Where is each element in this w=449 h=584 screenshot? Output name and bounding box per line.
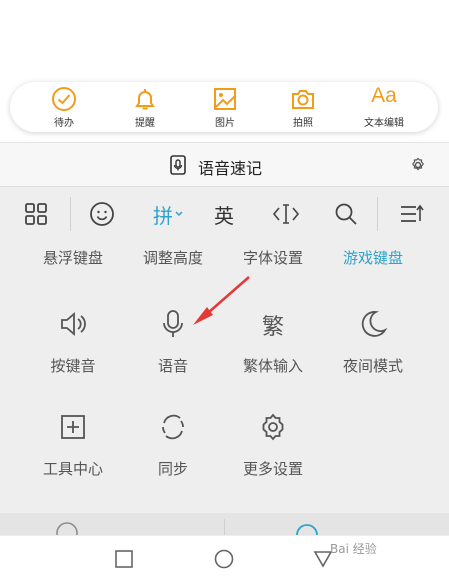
gear-icon: [262, 413, 284, 441]
grid-icon: [25, 203, 47, 225]
camera-button[interactable]: 拍照: [263, 82, 343, 132]
microphone-icon: [163, 310, 183, 337]
voice-note-bar[interactable]: 语音速记: [0, 142, 449, 187]
pinyin-label: 拼: [153, 203, 173, 228]
traditional-input-label: 繁体输入: [242, 357, 303, 375]
toprow-divider: [377, 197, 378, 231]
partial-left-icon: [56, 522, 78, 535]
tool-center-button[interactable]: 工具中心: [23, 412, 123, 482]
menu-grid-button[interactable]: [18, 187, 54, 241]
home-button[interactable]: [214, 549, 234, 569]
more-settings-label: 更多设置: [242, 460, 303, 478]
keyboard-panel: 拼 英 悬浮键盘 调整高度 字体设置 游戏键盘 按键音 语音 繁 繁体输入 夜间…: [0, 186, 449, 517]
sync-icon: [162, 414, 184, 440]
english-label: 英: [214, 203, 234, 228]
text-edit-label: 文本编辑: [364, 118, 404, 129]
tab-adjust-height[interactable]: 调整高度: [128, 247, 218, 268]
partial-candidate-strip: [0, 513, 449, 535]
collapse-icon: [401, 204, 424, 222]
speaker-icon: [61, 312, 86, 336]
text-edit-button[interactable]: Aa 文本编辑: [344, 82, 424, 132]
night-mode-button[interactable]: 夜间模式: [323, 309, 423, 379]
todo-label: 待办: [54, 118, 74, 129]
image-icon: [214, 88, 236, 110]
tool-center-label: 工具中心: [42, 460, 103, 478]
settings-small-icon[interactable]: [410, 157, 426, 173]
more-settings-button[interactable]: 更多设置: [223, 412, 323, 482]
red-arrow-annotation: [193, 276, 250, 325]
image-button[interactable]: 图片: [185, 82, 265, 132]
reminder-label: 提醒: [135, 118, 155, 129]
sync-label: 同步: [157, 460, 188, 478]
key-sound-button[interactable]: 按键音: [23, 309, 123, 379]
sync-button[interactable]: 同步: [123, 412, 223, 482]
moon-icon: [361, 311, 388, 337]
search-button[interactable]: [328, 187, 364, 241]
english-mode-button[interactable]: 英: [206, 187, 242, 241]
watermark: Bai 经验: [330, 542, 377, 556]
tab-floating-keyboard[interactable]: 悬浮键盘: [28, 247, 118, 268]
strip-divider: [224, 519, 225, 535]
hide-keyboard-button[interactable]: [394, 187, 430, 241]
night-mode-label: 夜间模式: [342, 357, 403, 375]
camera-label: 拍照: [293, 118, 313, 129]
check-circle-icon: [52, 87, 76, 111]
system-nav-bar: [0, 535, 449, 584]
search-icon: [335, 203, 357, 225]
reminder-button[interactable]: 提醒: [105, 82, 185, 132]
cursor-move-icon: [272, 204, 300, 224]
text-edit-icon: Aa: [371, 84, 397, 107]
voice-note-title: 语音速记: [198, 159, 263, 178]
tab-game-keyboard[interactable]: 游戏键盘: [328, 247, 418, 268]
cursor-move-button[interactable]: [266, 187, 306, 241]
plus-square-icon: [61, 415, 85, 439]
partial-right-icon: [296, 524, 318, 535]
image-label: 图片: [215, 118, 235, 129]
tab-font-settings[interactable]: 字体设置: [228, 247, 318, 268]
chevron-down-icon: [175, 211, 183, 217]
recent-apps-button[interactable]: [115, 550, 133, 568]
emoji-button[interactable]: [84, 187, 120, 241]
pinyin-mode-button[interactable]: 拼: [146, 187, 190, 241]
key-sound-label: 按键音: [50, 357, 96, 375]
bell-icon: [135, 89, 155, 110]
todo-button[interactable]: 待办: [24, 82, 104, 132]
voice-note-icon: [170, 155, 186, 175]
quick-toolbar: 待办 提醒 图片 拍照 Aa 文本编辑: [10, 82, 438, 132]
smiley-icon: [90, 202, 114, 226]
camera-icon: [292, 90, 314, 109]
toprow-divider: [70, 197, 71, 231]
voice-label: 语音: [157, 357, 188, 375]
